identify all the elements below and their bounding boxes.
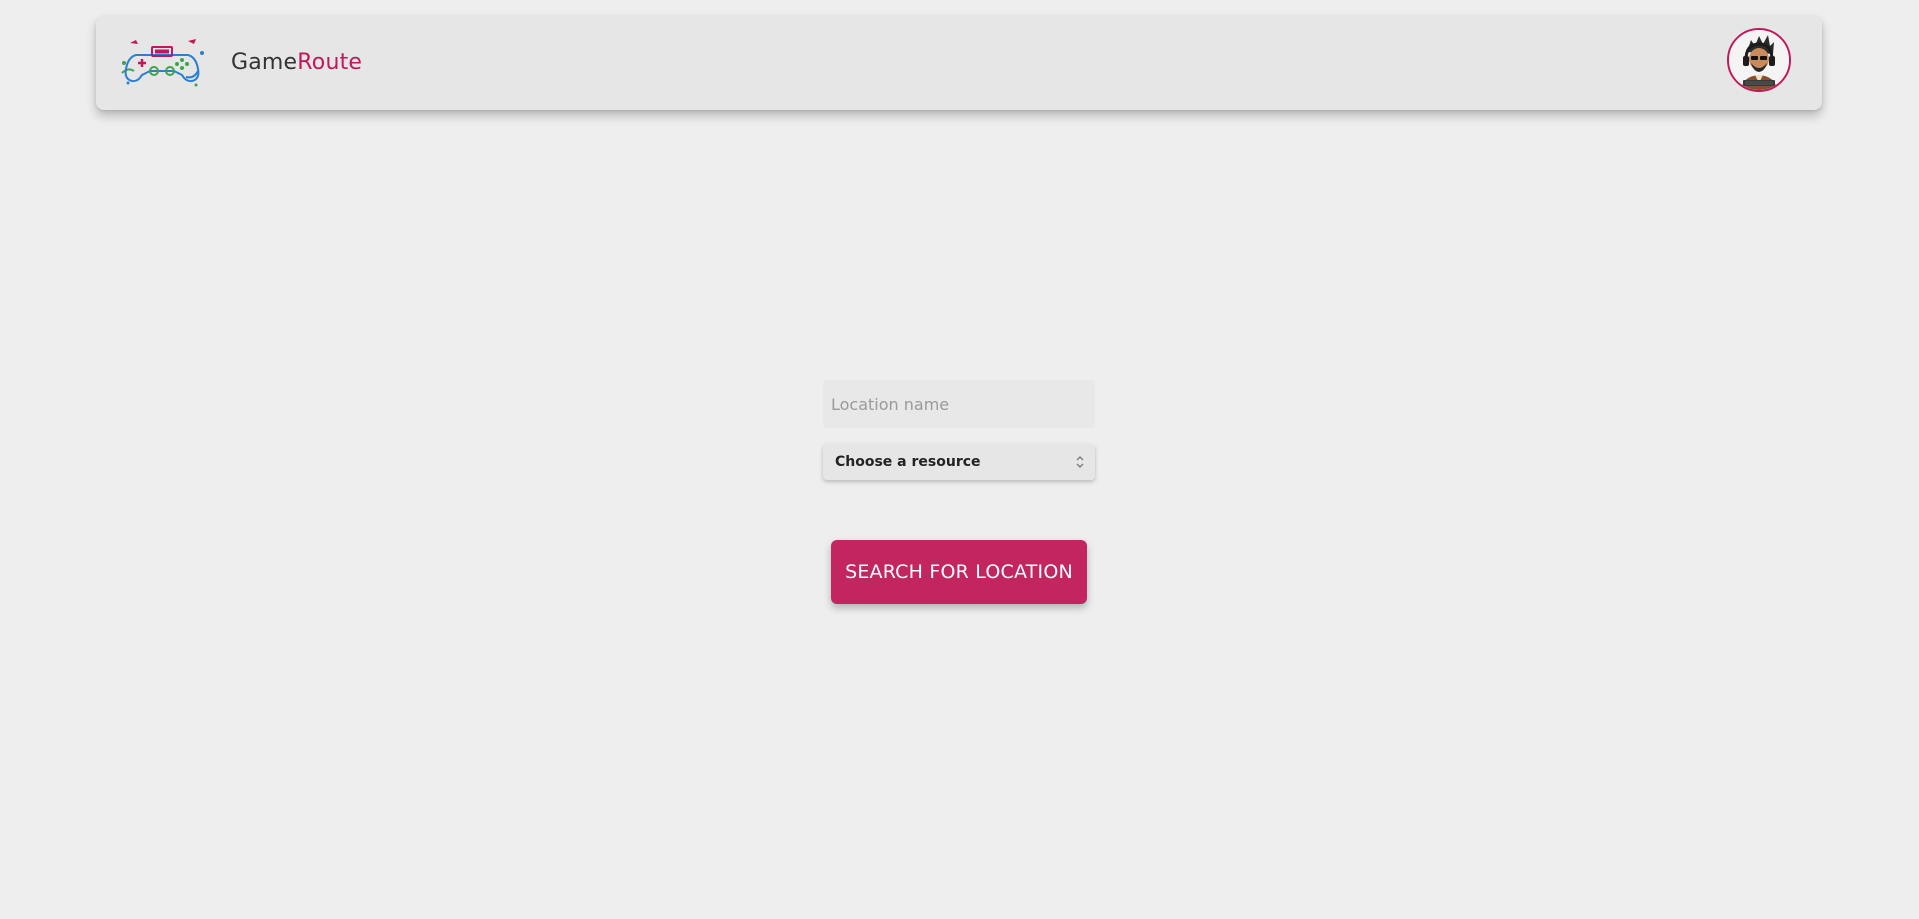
navbar: GameRoute (96, 16, 1822, 110)
gamer-avatar-icon[interactable] (1727, 28, 1791, 92)
location-name-input[interactable] (823, 380, 1095, 428)
gamepad-logo-icon[interactable] (116, 33, 208, 91)
updown-chevron-icon (1075, 453, 1085, 471)
brand-name[interactable]: GameRoute (231, 49, 362, 77)
resource-select[interactable]: Choose a resource (823, 444, 1095, 480)
page: GameRoute Location name Choose a resourc… (0, 0, 1919, 919)
brand-name-part1: Game (231, 50, 298, 75)
search-for-location-button[interactable]: SEARCH FOR LOCATION (831, 540, 1087, 604)
resource-select-value: Choose a resource (835, 454, 981, 470)
brand-name-part2: Route (297, 50, 363, 75)
